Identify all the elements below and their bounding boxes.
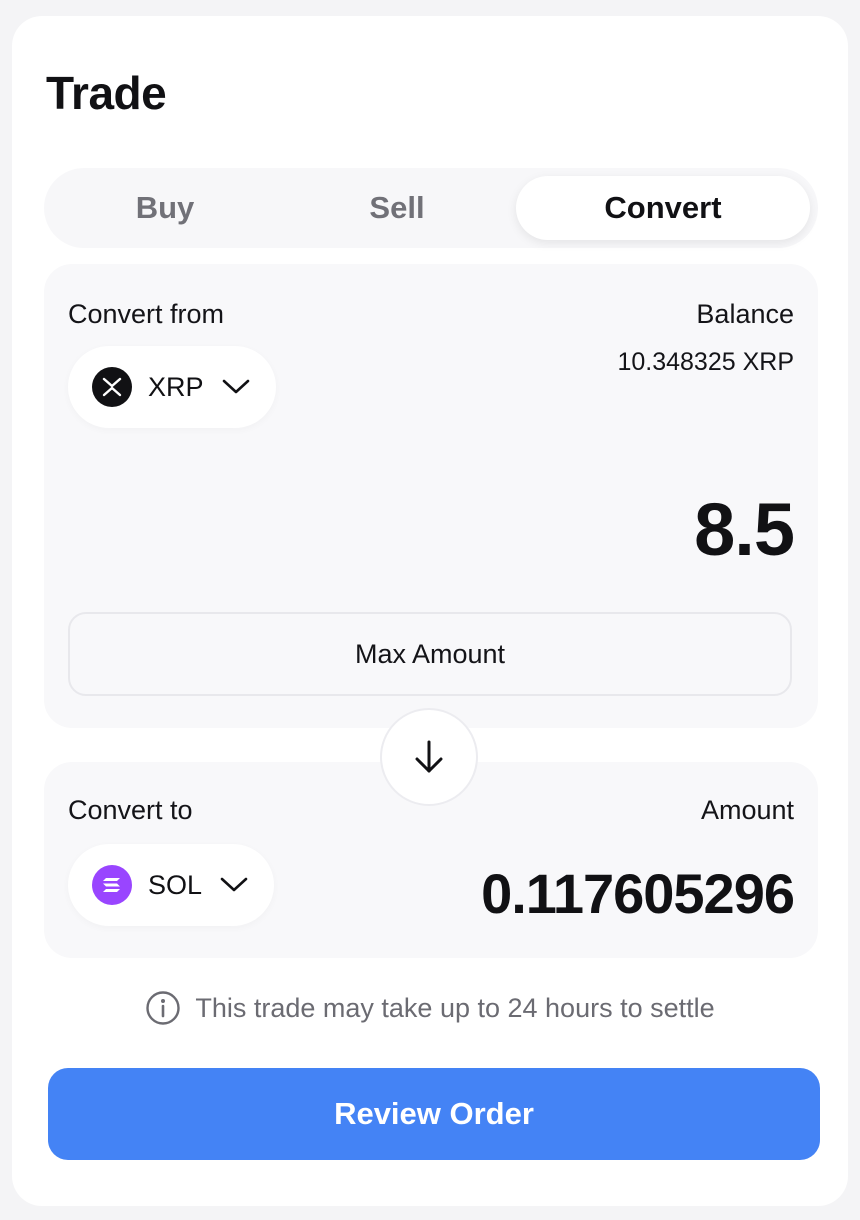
balance-value: 10.348325 XRP <box>617 348 794 376</box>
arrow-down-icon <box>412 739 446 775</box>
to-token-selector[interactable]: SOL <box>68 844 275 926</box>
balance-label: Balance <box>696 299 794 329</box>
tab-buy[interactable]: Buy <box>52 176 278 240</box>
trade-card: Trade Buy Sell Convert Convert from Bala… <box>12 16 848 1206</box>
swap-direction-button[interactable] <box>380 708 478 806</box>
convert-to-label: Convert to <box>68 795 193 825</box>
page-title: Trade <box>46 67 167 119</box>
from-token-symbol: XRP <box>148 371 204 402</box>
chevron-down-icon <box>222 379 250 395</box>
tab-sell[interactable]: Sell <box>284 176 510 240</box>
convert-from-label: Convert from <box>68 299 225 329</box>
from-token-selector[interactable]: XRP <box>68 346 276 428</box>
to-token-symbol: SOL <box>148 869 203 900</box>
chevron-down-icon <box>220 877 248 893</box>
info-icon <box>145 990 181 1026</box>
max-amount-button[interactable]: Max Amount <box>68 612 792 696</box>
settlement-notice: This trade may take up to 24 hours to se… <box>12 990 848 1026</box>
review-order-button[interactable]: Review Order <box>48 1068 820 1160</box>
sol-coin-icon <box>92 865 132 905</box>
trade-tabs: Buy Sell Convert <box>44 168 818 248</box>
notice-text: This trade may take up to 24 hours to se… <box>195 992 715 1023</box>
to-amount: 0.117605296 <box>481 862 795 925</box>
convert-from-panel: Convert from Balance 10.348325 XRP XRP 8… <box>44 264 818 728</box>
amount-label: Amount <box>700 795 794 825</box>
from-amount[interactable]: 8.5 <box>694 490 795 570</box>
tab-convert[interactable]: Convert <box>516 176 810 240</box>
xrp-coin-icon <box>92 367 132 407</box>
